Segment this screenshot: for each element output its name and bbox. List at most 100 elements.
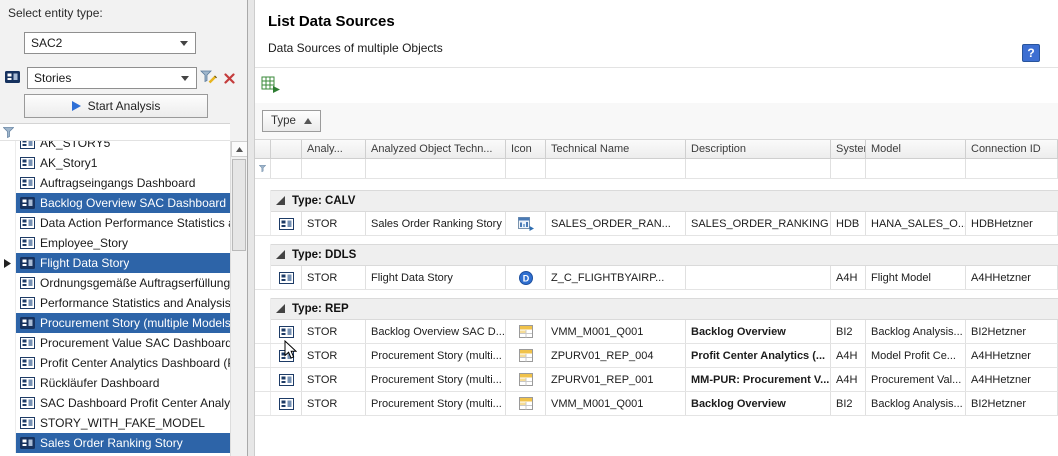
query-icon <box>506 368 546 391</box>
table-row[interactable]: STORProcurement Story (multi...ZPURV01_R… <box>255 368 1058 392</box>
filter-cell[interactable] <box>271 159 302 178</box>
clear-filter-button[interactable] <box>220 70 239 89</box>
model-cell: Model Profit Ce... <box>866 344 966 367</box>
entity-type-combobox[interactable]: SAC2 <box>24 32 196 54</box>
list-item-label: Performance Statistics and Analysis <box>40 296 230 310</box>
group-row[interactable]: Type: DDLS <box>255 244 1058 266</box>
object-type-combobox[interactable]: Stories <box>27 67 197 89</box>
story-icon <box>20 337 35 349</box>
story-icon <box>20 277 35 289</box>
column-header-technical-name[interactable]: Technical Name <box>546 140 686 158</box>
list-item[interactable]: Performance Statistics and Analysis <box>0 293 230 313</box>
column-header-analyzed-type[interactable]: Analy... <box>302 140 366 158</box>
connection-id-cell: A4HHetzner <box>966 344 1058 367</box>
list-item[interactable]: Ordnungsgemäße Auftragserfüllung <box>0 273 230 293</box>
column-header-analyzed-name[interactable]: Analyzed Object Techn... <box>366 140 506 158</box>
list-item[interactable]: Employee_Story <box>0 233 230 253</box>
story-icon <box>20 257 35 269</box>
collapse-group-icon[interactable] <box>276 302 285 316</box>
column-header-model[interactable]: Model <box>866 140 966 158</box>
filter-cell[interactable] <box>686 159 831 178</box>
analyzed-type-cell: STOR <box>302 344 366 367</box>
list-item[interactable]: Rückläufer Dashboard <box>0 373 230 393</box>
filter-cell[interactable] <box>506 159 546 178</box>
table-row[interactable]: STORProcurement Story (multi...ZPURV01_R… <box>255 344 1058 368</box>
story-icon <box>271 392 302 415</box>
table-row[interactable]: STORBacklog Overview SAC D...VMM_M001_Q0… <box>255 320 1058 344</box>
object-type-value: Stories <box>34 71 178 85</box>
row-indicator-cell <box>255 392 271 415</box>
story-type-icon <box>5 71 20 83</box>
column-header-system[interactable]: System <box>831 140 866 158</box>
filter-cell[interactable] <box>866 159 966 178</box>
filter-cell[interactable] <box>966 159 1058 178</box>
table-header-row: Analy... Analyzed Object Techn... Icon T… <box>255 139 1058 159</box>
filter-cell[interactable] <box>366 159 506 178</box>
row-indicator-cell <box>255 298 271 320</box>
model-cell: Backlog Analysis... <box>866 392 966 415</box>
current-row-indicator <box>0 213 16 233</box>
data-sources-table: Analy... Analyzed Object Techn... Icon T… <box>255 139 1058 416</box>
column-header-icon[interactable]: Icon <box>506 140 546 158</box>
list-item-label: Flight Data Story <box>40 256 129 270</box>
list-item[interactable]: STORY_WITH_FAKE_MODEL <box>0 413 230 433</box>
model-cell: Procurement Val... <box>866 368 966 391</box>
list-item-label: AK_STORY5 <box>40 141 110 150</box>
filter-cell[interactable] <box>302 159 366 178</box>
analyzed-type-cell: STOR <box>302 392 366 415</box>
table-row[interactable]: STORProcurement Story (multi...VMM_M001_… <box>255 392 1058 416</box>
list-item[interactable]: Flight Data Story <box>0 253 230 273</box>
group-row[interactable]: Type: CALV <box>255 190 1058 212</box>
chevron-down-icon <box>177 41 191 46</box>
list-item-label: Data Action Performance Statistics ar <box>40 216 230 230</box>
collapse-group-icon[interactable] <box>276 194 285 208</box>
list-filter-row[interactable] <box>0 123 230 141</box>
list-item[interactable]: AK_STORY5 <box>0 141 230 153</box>
list-item[interactable]: Data Action Performance Statistics ar <box>0 213 230 233</box>
list-item[interactable]: SAC Dashboard Profit Center Analytic <box>0 393 230 413</box>
current-row-indicator <box>0 313 16 333</box>
scrollbar-thumb[interactable] <box>232 159 246 251</box>
collapse-group-icon[interactable] <box>276 248 285 262</box>
description-cell <box>686 266 831 289</box>
list-item[interactable]: Auftragseingangs Dashboard <box>0 173 230 193</box>
list-item-label: Rückläufer Dashboard <box>40 376 159 390</box>
export-to-excel-button[interactable] <box>259 76 281 96</box>
column-header-description[interactable]: Description <box>686 140 831 158</box>
list-item[interactable]: AK_Story1 <box>0 153 230 173</box>
filter-cell[interactable] <box>546 159 686 178</box>
analyzed-name-cell: Backlog Overview SAC D... <box>366 320 506 343</box>
column-header-object-icon[interactable] <box>271 140 302 158</box>
list-item-label: Backlog Overview SAC Dashboard <box>40 196 226 210</box>
panel-splitter[interactable] <box>247 0 255 456</box>
connection-id-cell: HDBHetzner <box>966 212 1058 235</box>
list-item[interactable]: Profit Center Analytics Dashboard (Pr <box>0 353 230 373</box>
list-item-label: Procurement Value SAC Dashboard <box>40 336 230 350</box>
edit-filter-button[interactable] <box>199 69 218 88</box>
auto-filter-row <box>255 159 1058 179</box>
list-item[interactable]: Backlog Overview SAC Dashboard <box>0 193 230 213</box>
scrollbar-up-button[interactable] <box>231 141 248 157</box>
list-scrollbar[interactable] <box>230 141 247 456</box>
analyzed-type-cell: STOR <box>302 320 366 343</box>
table-row[interactable]: STORFlight Data StoryDZ_C_FLIGHTBYAIRP..… <box>255 266 1058 290</box>
current-row-indicator <box>0 273 16 293</box>
ddls-icon: D <box>506 266 546 289</box>
current-row-indicator <box>0 353 16 373</box>
current-row-indicator <box>0 433 16 453</box>
list-item-label: AK_Story1 <box>40 156 97 170</box>
filter-cell[interactable] <box>831 159 866 178</box>
start-analysis-button[interactable]: Start Analysis <box>24 94 208 118</box>
play-icon <box>72 101 81 111</box>
list-item-label: Procurement Story (multiple Models) <box>40 316 230 330</box>
list-item[interactable]: Sales Order Ranking Story <box>0 433 230 453</box>
description-cell: Backlog Overview <box>686 392 831 415</box>
group-label: Type: DDLS <box>292 249 356 261</box>
group-by-chip-type[interactable]: Type <box>262 110 321 132</box>
help-button[interactable]: ? <box>1022 44 1040 62</box>
column-header-connection-id[interactable]: Connection ID <box>966 140 1058 158</box>
list-item[interactable]: Procurement Story (multiple Models) <box>0 313 230 333</box>
table-row[interactable]: STORSales Order Ranking StorySALES_ORDER… <box>255 212 1058 236</box>
group-row[interactable]: Type: REP <box>255 298 1058 320</box>
list-item[interactable]: Procurement Value SAC Dashboard <box>0 333 230 353</box>
